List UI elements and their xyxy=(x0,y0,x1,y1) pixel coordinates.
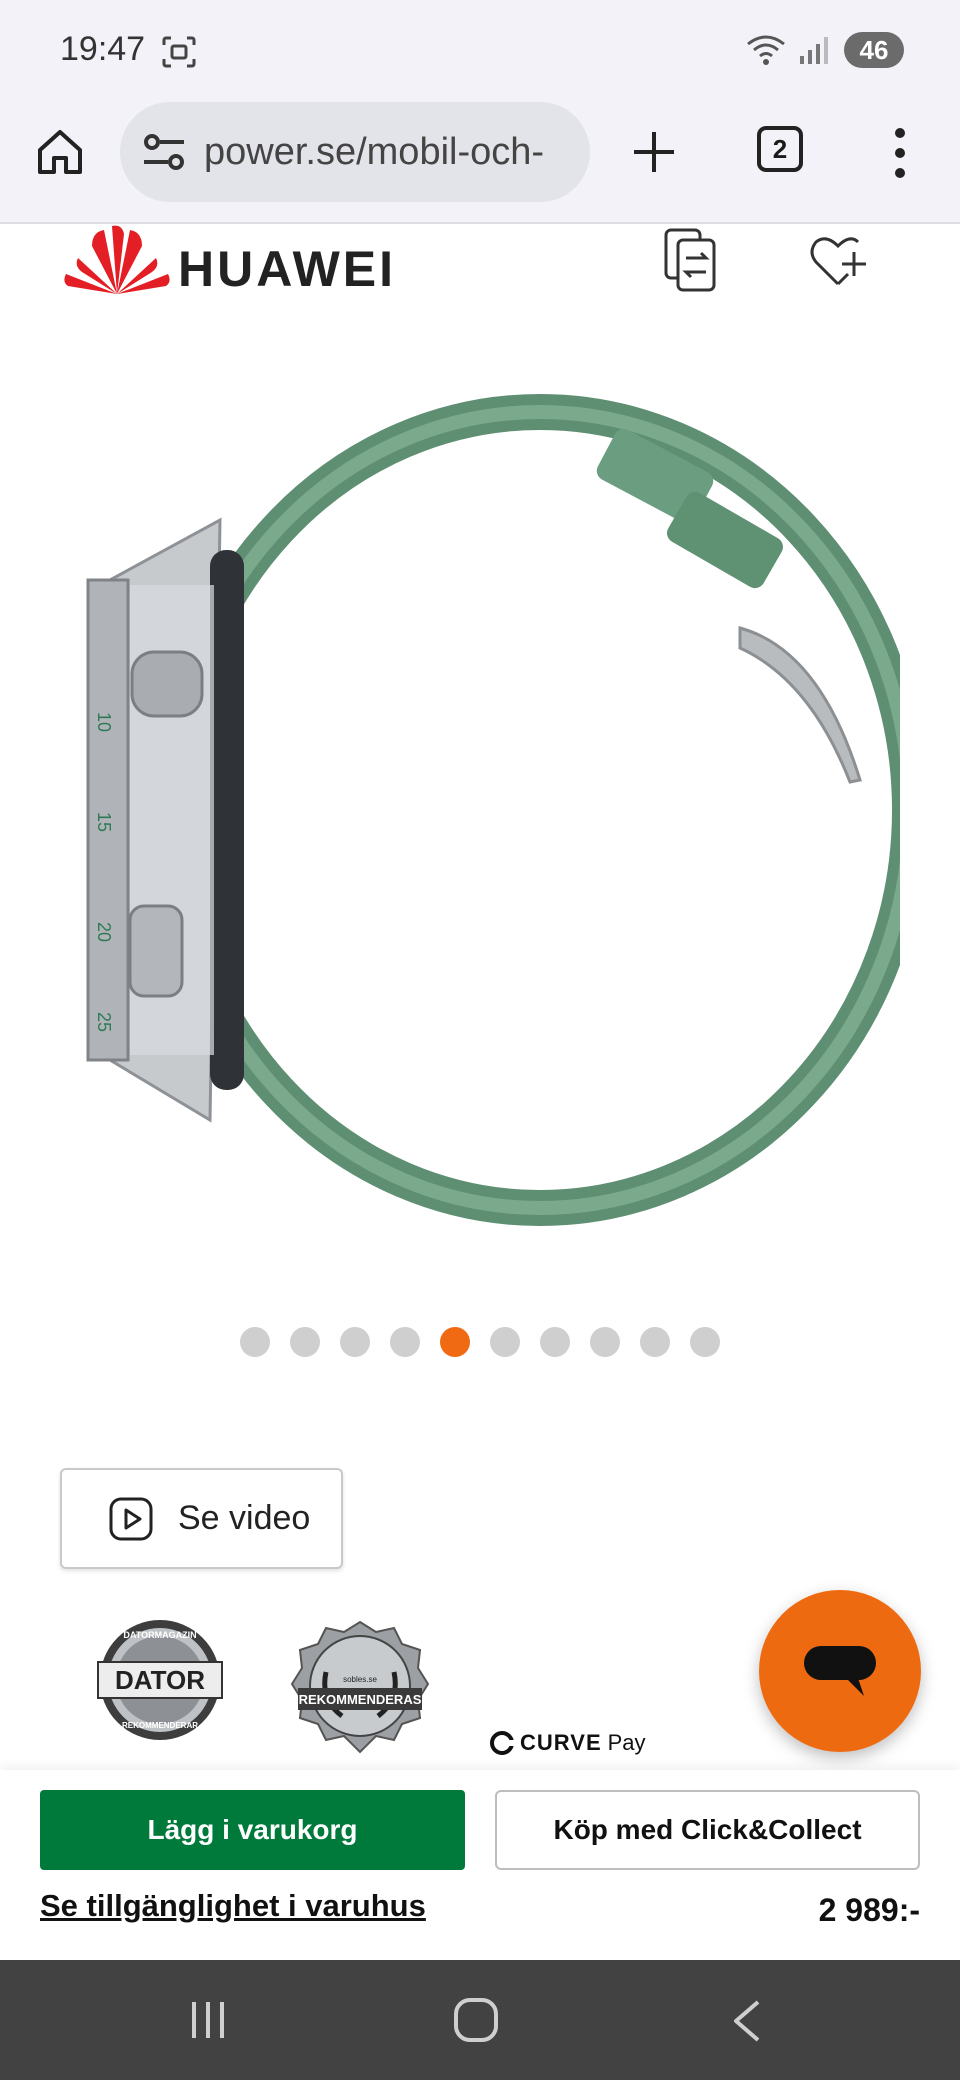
screenshot-icon xyxy=(162,36,196,68)
huawei-logo-icon[interactable] xyxy=(62,224,172,300)
wishlist-icon[interactable] xyxy=(808,232,868,288)
home-nav-icon[interactable] xyxy=(452,1996,500,2044)
status-time: 19:47 xyxy=(60,30,146,68)
carousel-dot[interactable] xyxy=(590,1327,620,1357)
carousel-dot[interactable] xyxy=(640,1327,670,1357)
compare-icon[interactable] xyxy=(662,228,718,292)
store-availability-link[interactable]: Se tillgänglighet i varuhus xyxy=(40,1888,426,1924)
carousel-dots xyxy=(0,1327,960,1357)
status-bar: 19:47 46 xyxy=(0,0,960,100)
svg-text:10: 10 xyxy=(94,712,114,732)
svg-text:25: 25 xyxy=(94,1012,114,1032)
product-price: 2 989:- xyxy=(818,1892,920,1928)
carousel-dot[interactable] xyxy=(240,1327,270,1357)
dator-ring-top: DATORMAGAZIN xyxy=(123,1630,196,1640)
svg-text:15: 15 xyxy=(94,812,114,832)
curve-pay-logo: CURVE Pay xyxy=(490,1730,646,1756)
status-icons: 46 xyxy=(746,30,904,70)
svg-text:20: 20 xyxy=(94,922,114,942)
play-icon xyxy=(109,1497,153,1540)
recents-icon[interactable] xyxy=(186,1998,230,2042)
chat-button[interactable] xyxy=(759,1590,921,1752)
tab-switcher-button[interactable]: 2 xyxy=(757,126,803,172)
carousel-dot[interactable] xyxy=(340,1327,370,1357)
browser-toolbar: power.se/mobil-och- 2 xyxy=(0,100,960,224)
see-video-label: Se video xyxy=(178,1499,311,1537)
curve-suffix: Pay xyxy=(607,1730,646,1755)
rek-small-text: sobles.se xyxy=(343,1675,377,1684)
rek-logo-text: REKOMMENDERAS xyxy=(299,1692,422,1707)
rekommenderas-badge: REKOMMENDERAS sobles.se xyxy=(290,1620,430,1754)
product-image[interactable]: 10 15 20 25 xyxy=(60,390,900,1250)
battery-indicator: 46 xyxy=(844,32,904,68)
android-nav-bar xyxy=(0,1960,960,2080)
carousel-dot[interactable] xyxy=(540,1327,570,1357)
dator-logo-text: DATOR xyxy=(115,1665,205,1695)
curve-icon xyxy=(490,1731,514,1755)
site-header: HUAWEI xyxy=(0,224,960,314)
site-settings-icon[interactable] xyxy=(140,132,190,172)
dator-ring-bottom: REKOMMENDERAR xyxy=(122,1721,198,1730)
wifi-icon xyxy=(747,35,785,65)
carousel-dot[interactable] xyxy=(690,1327,720,1357)
menu-dots-icon[interactable] xyxy=(880,126,920,180)
datormagazin-badge: DATOR DATORMAGAZIN REKOMMENDERAR xyxy=(97,1620,223,1740)
carousel-dot[interactable] xyxy=(290,1327,320,1357)
carousel-dot-active[interactable] xyxy=(440,1327,470,1357)
purchase-bar: Lägg i varukorg Köp med Click&Collect Se… xyxy=(0,1770,960,1960)
curve-brand: CURVE xyxy=(520,1730,602,1755)
new-tab-plus-icon[interactable] xyxy=(630,128,678,176)
home-icon[interactable] xyxy=(34,126,86,178)
address-bar[interactable]: power.se/mobil-och- xyxy=(120,102,590,202)
chat-bubble-icon xyxy=(804,1646,876,1696)
add-to-cart-button[interactable]: Lägg i varukorg xyxy=(40,1790,465,1870)
url-text: power.se/mobil-och- xyxy=(204,130,545,173)
click-collect-button[interactable]: Köp med Click&Collect xyxy=(495,1790,920,1870)
carousel-dot[interactable] xyxy=(490,1327,520,1357)
brand-name: HUAWEI xyxy=(178,241,396,297)
back-icon[interactable] xyxy=(728,1998,764,2044)
carousel-dot[interactable] xyxy=(390,1327,420,1357)
see-video-button[interactable]: Se video xyxy=(60,1468,343,1569)
signal-icon xyxy=(800,37,828,64)
